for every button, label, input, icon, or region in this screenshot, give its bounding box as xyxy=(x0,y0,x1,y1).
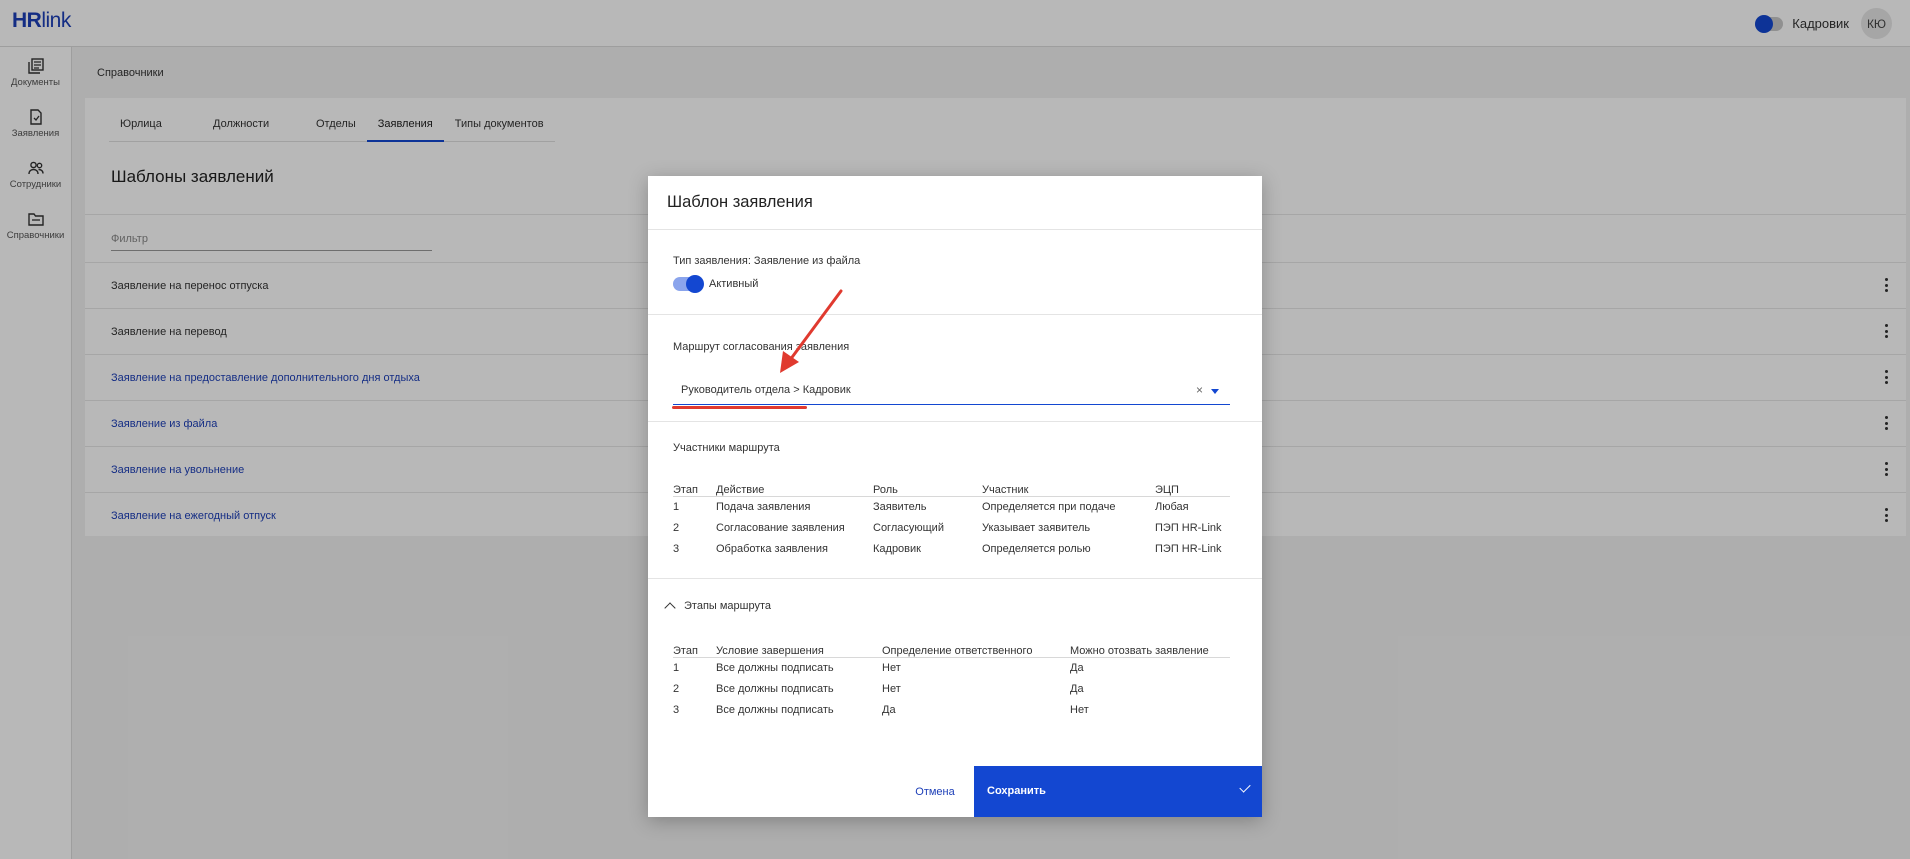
annotation-arrow xyxy=(780,289,843,373)
